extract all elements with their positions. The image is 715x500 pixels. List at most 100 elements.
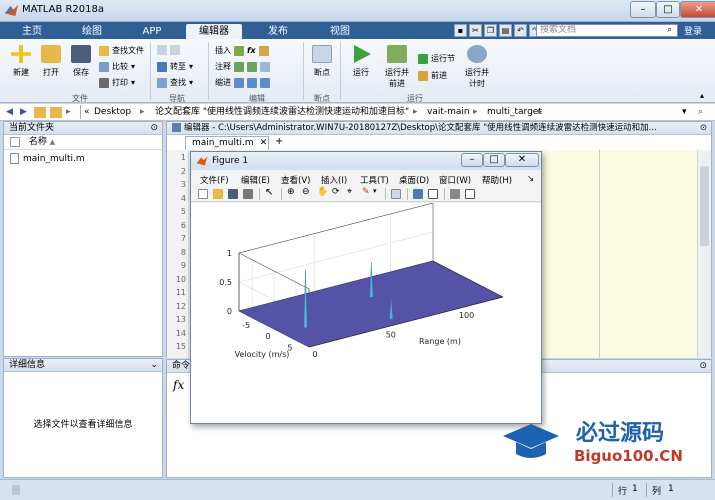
menu-view[interactable]: 查看(V) (281, 174, 310, 186)
tab-view[interactable]: 视图 (318, 24, 362, 39)
vertical-scrollbar[interactable] (697, 150, 711, 358)
indent-button[interactable]: 缩进 (215, 77, 270, 88)
rotate-3d-icon[interactable]: ⟳ (332, 187, 340, 197)
zoom-in-icon[interactable]: ⊕ (287, 187, 295, 197)
fx-prompt-icon[interactable]: fx (173, 378, 184, 392)
uncomment-icon[interactable] (247, 61, 257, 72)
panel-menu-icon[interactable]: ⊙ (150, 122, 158, 134)
dock-arrow-icon[interactable]: ↘ (527, 174, 534, 184)
file-name[interactable]: main_multi.m (23, 154, 85, 164)
figure-minimize-button[interactable]: – (461, 153, 483, 167)
menu-window[interactable]: 窗口(W) (439, 174, 471, 186)
cut-icon[interactable]: ✂ (469, 24, 482, 37)
goto-button[interactable]: 转至 ▾ (157, 61, 193, 72)
name-column-header[interactable]: 名称 (29, 137, 47, 147)
paste-icon[interactable]: ▤ (499, 24, 512, 37)
data-cursor-icon[interactable]: ⌖ (347, 187, 352, 197)
search-icon[interactable]: ⌕ (698, 104, 703, 120)
insert-section-icon[interactable] (258, 45, 269, 56)
menu-file[interactable]: 文件(F) (200, 174, 229, 186)
tab-plots[interactable]: 绘图 (72, 24, 112, 39)
tab-publish[interactable]: 发布 (256, 24, 300, 39)
column-header[interactable]: 名称 ▲ (4, 136, 162, 150)
pointer-icon[interactable]: ↖ (265, 187, 273, 198)
link-plot-icon[interactable] (391, 189, 401, 199)
new-figure-icon[interactable] (198, 189, 208, 199)
path-library[interactable]: 论文配套库 "使用线性调频连续波雷达检测快速运动和加速目标" (155, 104, 409, 120)
new-button[interactable]: 新建 (8, 45, 34, 78)
fx-icon[interactable]: fx (247, 46, 256, 55)
search-input[interactable]: 搜索文档 (536, 24, 678, 37)
brush-icon[interactable]: ✎ (362, 187, 370, 197)
browse-folder-icon[interactable] (50, 107, 62, 118)
increase-indent-icon[interactable] (247, 77, 257, 88)
collapse-ribbon-icon[interactable]: ▴ (700, 91, 704, 100)
chevron-down-icon[interactable]: ▾ (373, 187, 377, 195)
run-and-time-button[interactable]: 运行并 计时 (462, 45, 492, 89)
advance-button[interactable]: 前进 (418, 70, 447, 81)
find-files-button[interactable]: 查找文件 (99, 45, 144, 56)
run-section-button[interactable]: 运行节 (418, 53, 455, 64)
print-button[interactable]: 打印 ▾ (99, 77, 135, 88)
save-button[interactable]: 保存 (68, 45, 94, 78)
compare-button[interactable]: 比较 ▾ (99, 61, 135, 72)
menu-help[interactable]: 帮助(H) (482, 174, 512, 186)
forward-arrow-icon[interactable]: ▶ (20, 104, 27, 120)
menu-desktop[interactable]: 桌面(D) (399, 174, 429, 186)
login-link[interactable]: 登录 (684, 24, 702, 37)
menu-edit[interactable]: 编辑(E) (241, 174, 270, 186)
tab-home[interactable]: 主页 (12, 24, 52, 39)
figure-window[interactable]: Figure 1 – □ ✕ 文件(F) 编辑(E) 查看(V) 插入(I) 工… (190, 151, 542, 424)
collapse-icon[interactable]: ⌄ (150, 359, 158, 371)
copy-icon[interactable]: ❐ (484, 24, 497, 37)
back-forward-buttons[interactable] (157, 45, 180, 55)
path-desktop[interactable]: Desktop (94, 104, 131, 120)
path-vait-main[interactable]: vait-main (427, 104, 470, 120)
figure-title-bar[interactable]: Figure 1 – □ ✕ (191, 152, 541, 170)
find-button[interactable]: 查找 ▾ (157, 77, 193, 88)
insert-legend-icon[interactable] (428, 189, 438, 199)
close-tab-icon[interactable]: ✕ (260, 138, 268, 148)
save-icon[interactable]: ▪ (454, 24, 467, 37)
pan-icon[interactable]: ✋ (317, 187, 328, 197)
tab-apps[interactable]: APP (132, 24, 172, 39)
back-arrow-icon[interactable]: ◀ (6, 104, 13, 120)
scrollbar-thumb[interactable] (700, 166, 709, 246)
run-and-advance-button[interactable]: 运行并 前进 (382, 45, 412, 89)
comment-button[interactable]: 注释 (215, 61, 270, 72)
open-button[interactable]: 打开 (38, 45, 64, 78)
close-button[interactable]: ✕ (680, 1, 715, 18)
new-tab-button[interactable]: + (275, 136, 283, 147)
insert-colorbar-icon[interactable] (413, 189, 423, 199)
save-icon[interactable] (228, 189, 238, 199)
panel-menu-icon[interactable]: ⊙ (699, 360, 707, 372)
path-multi-target[interactable]: multi_target (487, 104, 542, 120)
address-bar[interactable]: ◀ ▶ ▸ « Desktop ▸ 论文配套库 "使用线性调频连续波雷达检测快速… (0, 104, 715, 121)
tab-editor[interactable]: 编辑器 (186, 24, 242, 39)
chevron-down-icon[interactable]: ▾ (682, 104, 687, 120)
decrease-indent-icon[interactable] (260, 77, 270, 88)
minimize-button[interactable]: – (630, 1, 656, 18)
figure-close-button[interactable]: ✕ (505, 153, 539, 167)
show-plot-tools-icon[interactable] (465, 189, 475, 199)
search-icon[interactable]: ⌕ (667, 25, 672, 35)
up-folder-icon[interactable] (34, 107, 46, 118)
plot-area[interactable]: 0 50 100 -5 0 5 0 0.5 1 Range (m) Velocity (m/s) (191, 202, 541, 423)
run-button[interactable]: 运行 (346, 45, 376, 78)
print-icon[interactable] (243, 189, 253, 199)
menu-tools[interactable]: 工具(T) (360, 174, 389, 186)
undo-icon[interactable]: ↶ (514, 24, 527, 37)
breakpoints-button[interactable]: 断点 (308, 45, 336, 78)
open-icon[interactable] (213, 189, 223, 199)
tab-main-multi[interactable]: main_multi.m ✕ (185, 136, 269, 150)
insert-button[interactable]: 插入 fx (215, 45, 269, 56)
path-overflow[interactable]: « (84, 104, 90, 120)
select-all-checkbox[interactable] (10, 136, 20, 147)
menu-insert[interactable]: 插入(I) (321, 174, 347, 186)
list-item[interactable]: main_multi.m (10, 153, 85, 164)
surface-plot[interactable]: 050100-50500.51Range (m)Velocity (m/s) (191, 202, 541, 423)
maximize-button[interactable]: □ (656, 1, 680, 18)
figure-maximize-button[interactable]: □ (483, 153, 505, 167)
wrap-comment-icon[interactable] (260, 61, 270, 72)
panel-menu-icon[interactable]: ⊙ (700, 122, 707, 134)
